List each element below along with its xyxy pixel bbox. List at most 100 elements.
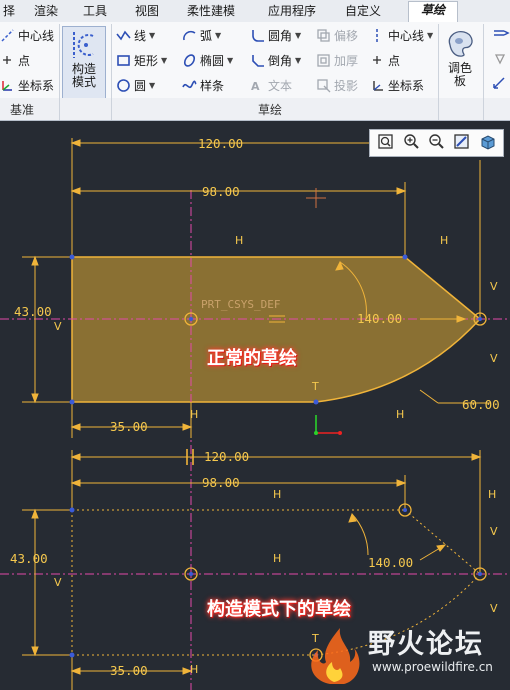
sketch-spline-label: 样条 bbox=[200, 78, 225, 93]
ribbon-separator bbox=[438, 24, 439, 120]
sketch-csys-button[interactable]: 坐标系 bbox=[370, 75, 424, 95]
ribbon-tab-bar: 择 渲染 工具 视图 柔性建模 应用程序 自定义 草绘 bbox=[0, 0, 510, 23]
dimension-140-top[interactable]: 140.00 bbox=[357, 312, 402, 326]
sketch-project-button[interactable]: 投影 bbox=[316, 75, 358, 95]
chevron-down-icon: ▼ bbox=[427, 30, 434, 40]
tab-applications[interactable]: 应用程序 bbox=[258, 3, 326, 21]
construction-mode-label: 构造 模式 bbox=[71, 62, 96, 89]
constraint-horizontal: H bbox=[440, 234, 449, 247]
tab-view[interactable]: 视图 bbox=[127, 3, 167, 21]
chamfer-icon bbox=[250, 53, 265, 68]
dimension-120-top[interactable]: 120.00 bbox=[198, 137, 243, 151]
text-icon: A bbox=[250, 78, 265, 93]
dimension-43-top[interactable]: 43.00 bbox=[14, 305, 52, 319]
flame-logo-icon bbox=[311, 628, 360, 684]
tab-tools[interactable]: 工具 bbox=[75, 3, 115, 21]
chevron-down-icon: ▼ bbox=[149, 30, 156, 40]
group-title-sketch: 草绘 bbox=[258, 103, 283, 117]
sketch-circle-button[interactable]: 圆 ▼ bbox=[116, 75, 155, 95]
creo-window: 择 渲染 工具 视图 柔性建模 应用程序 自定义 草绘 中心线 点 坐标系 构造… bbox=[0, 0, 510, 690]
circle-icon bbox=[116, 78, 131, 93]
repaint-button[interactable] bbox=[451, 132, 473, 154]
ribbon-group-title-bar: 基准 草绘 bbox=[0, 98, 510, 121]
chevron-down-icon: ▼ bbox=[161, 55, 168, 65]
constraint-vertical: V bbox=[490, 525, 498, 538]
sketch-arc-label: 弧 bbox=[200, 28, 213, 43]
sketch-text-label: 文本 bbox=[268, 78, 293, 93]
sketch-point-label: 点 bbox=[388, 53, 401, 68]
sketch-thicken-button[interactable]: 加厚 bbox=[316, 50, 358, 70]
sketch-arc-button[interactable]: 弧 ▼ bbox=[182, 25, 221, 45]
spline-icon bbox=[182, 78, 197, 93]
csys-icon bbox=[0, 78, 15, 93]
view-toolbar bbox=[369, 129, 504, 157]
datum-csys-button[interactable]: 坐标系 bbox=[0, 75, 54, 95]
datum-point-label: 点 bbox=[18, 53, 31, 68]
construction-mode-button[interactable]: 构造 模式 bbox=[62, 26, 106, 100]
chevron-down-icon: ▼ bbox=[295, 55, 302, 65]
chevron-down-icon: ▼ bbox=[227, 55, 234, 65]
ribbon-overflow-tools[interactable] bbox=[490, 25, 510, 95]
sketch-ellipse-label: 椭圆 bbox=[200, 53, 225, 68]
constraint-vertical: V bbox=[54, 320, 62, 333]
sketch-centerline-button[interactable]: 中心线 ▼ bbox=[370, 25, 433, 45]
zoom-in-button[interactable] bbox=[400, 132, 422, 154]
constraint-horizontal: H bbox=[190, 408, 199, 421]
tab-select[interactable]: 择 bbox=[0, 3, 20, 21]
rectangle-icon bbox=[116, 53, 131, 68]
dimension-140-bottom[interactable]: 140.00 bbox=[368, 556, 413, 570]
ribbon-panel: 中心线 点 坐标系 构造 模式 线 ▼ 矩形 ▼ 圆 ▼ 弧 ▼ 椭圆 ▼ 样条… bbox=[0, 22, 510, 100]
constraint-tangent: T bbox=[312, 380, 319, 393]
sketch-csys-label: 坐标系 bbox=[388, 78, 425, 93]
sketch-chamfer-label: 倒角 bbox=[268, 53, 293, 68]
sketch-centerline-label: 中心线 bbox=[388, 28, 425, 43]
zoom-out-button[interactable] bbox=[425, 132, 447, 154]
tab-sketch[interactable]: 草绘 bbox=[408, 1, 458, 23]
ribbon-separator bbox=[483, 24, 484, 120]
zoom-in-icon bbox=[403, 133, 420, 154]
dimension-35-top[interactable]: 35.00 bbox=[110, 420, 148, 434]
sketch-offset-button[interactable]: 偏移 bbox=[316, 25, 358, 45]
sketch-fillet-label: 圆角 bbox=[268, 28, 293, 43]
palette-label: 调色 板 bbox=[447, 61, 472, 88]
sketch-rectangle-button[interactable]: 矩形 ▼ bbox=[116, 50, 167, 70]
dimension-98-bottom[interactable]: 98.00 bbox=[202, 476, 240, 490]
sketch-ellipse-button[interactable]: 椭圆 ▼ bbox=[182, 50, 233, 70]
sketch-canvas[interactable]: 120.00 98.00 43.00 140.00 35.00 60.00 PR… bbox=[0, 121, 510, 690]
datum-point-button[interactable]: 点 bbox=[0, 50, 30, 70]
dimension-120-bottom[interactable]: 120.00 bbox=[204, 450, 249, 464]
display-style-icon bbox=[479, 133, 496, 154]
sketch-point-button[interactable]: 点 bbox=[370, 50, 400, 70]
constraint-horizontal: H bbox=[235, 234, 244, 247]
constraint-horizontal: H bbox=[190, 663, 199, 676]
csys-label: PRT_CSYS_DEF bbox=[201, 298, 281, 311]
sketch-line-button[interactable]: 线 ▼ bbox=[116, 25, 155, 45]
forum-watermark: 野火论坛 www.proewildfire.cn bbox=[300, 622, 505, 686]
refit-icon bbox=[377, 133, 394, 154]
offset-icon bbox=[316, 28, 331, 43]
chevron-down-icon: ▼ bbox=[295, 30, 302, 40]
datum-centerline-button[interactable]: 中心线 bbox=[0, 25, 54, 45]
fillet-icon bbox=[250, 28, 265, 43]
display-style-button[interactable] bbox=[476, 132, 498, 154]
dimension-60-top[interactable]: 60.00 bbox=[462, 398, 500, 412]
sketch-chamfer-button[interactable]: 倒角 ▼ bbox=[250, 50, 301, 70]
dimension-98-top[interactable]: 98.00 bbox=[202, 185, 240, 199]
tab-render[interactable]: 渲染 bbox=[26, 3, 66, 21]
tab-flexible-modeling[interactable]: 柔性建模 bbox=[180, 3, 242, 21]
point-icon bbox=[0, 53, 15, 68]
palette-button[interactable]: 调色 板 bbox=[442, 28, 478, 98]
centerline-icon bbox=[370, 28, 385, 43]
sketch-text-button[interactable]: A 文本 bbox=[250, 75, 292, 95]
svg-text:A: A bbox=[251, 80, 260, 93]
dimension-35-bottom[interactable]: 35.00 bbox=[110, 664, 148, 678]
palette-icon bbox=[445, 28, 475, 58]
sketch-rectangle-label: 矩形 bbox=[134, 53, 159, 68]
sketch-spline-button[interactable]: 样条 bbox=[182, 75, 224, 95]
tab-customize[interactable]: 自定义 bbox=[338, 3, 388, 21]
sketch-fillet-button[interactable]: 圆角 ▼ bbox=[250, 25, 301, 45]
dimension-43-bottom[interactable]: 43.00 bbox=[10, 552, 48, 566]
ribbon-separator bbox=[111, 24, 112, 120]
refit-button[interactable] bbox=[375, 132, 397, 154]
project-icon bbox=[316, 78, 331, 93]
